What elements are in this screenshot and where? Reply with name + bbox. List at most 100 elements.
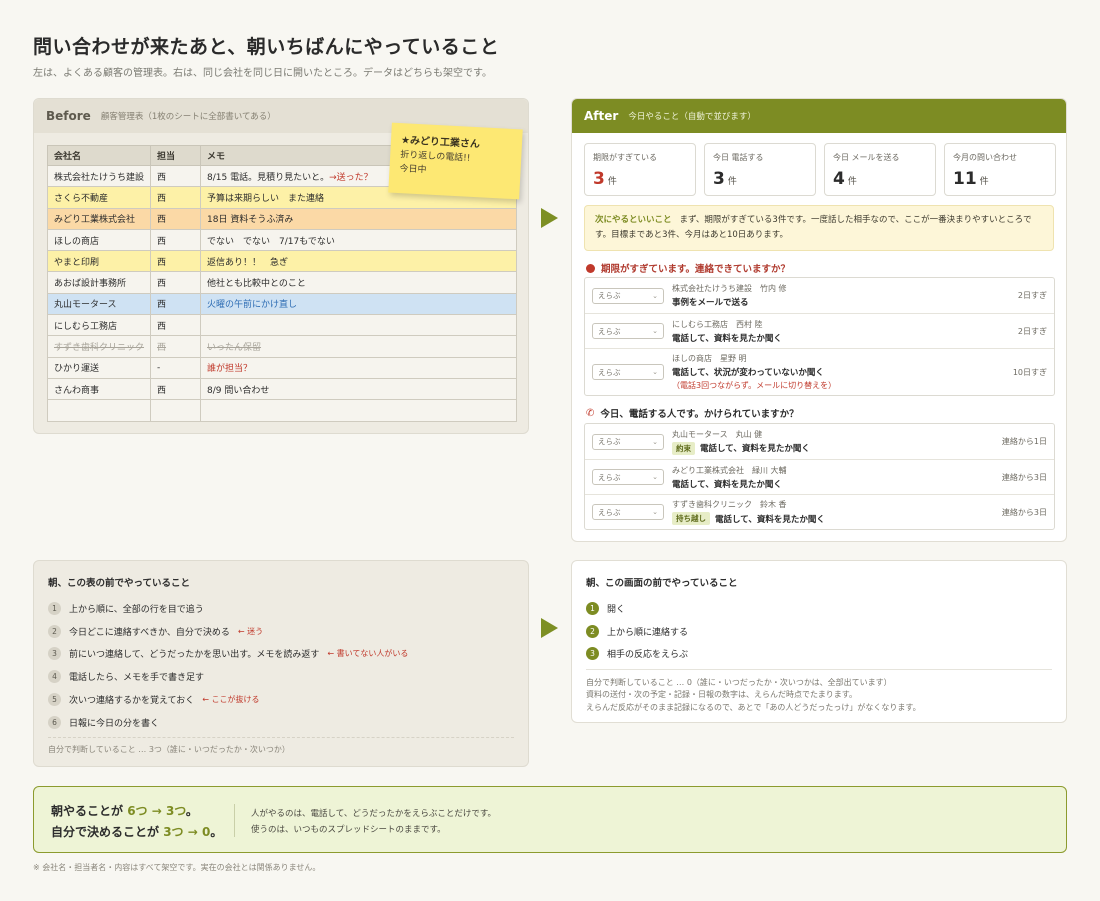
sheet-header-company[interactable]: 会社名 (46, 145, 152, 166)
list-item: えらぶ ⌄ ほしの商店 星野 明 電話して、状況が変わっていないか聞く （電話3回… (585, 348, 1054, 395)
response-select[interactable]: えらぶ ⌄ (592, 364, 664, 380)
stat-label: 期限がすぎている (593, 153, 657, 162)
before-title: Before (46, 109, 91, 123)
cell-owner[interactable]: 西 (150, 314, 202, 337)
cell-owner[interactable]: 西 (150, 377, 202, 401)
item-company: みどり工業株式会社 緑川 大輔 (672, 465, 787, 475)
memo-text: 8/15 電話。見積り見たいと。 (207, 172, 330, 183)
overdue-list: えらぶ ⌄ 株式会社たけうち建設 竹内 修 事例をメールで送る 2日すぎ えらぶ ⌄… (584, 277, 1055, 396)
after-subtitle: 今日やること（自動で並びます） (628, 112, 756, 122)
phone-icon: ✆ (586, 407, 595, 419)
cell-company[interactable]: みどり工業株式会社 (46, 207, 152, 230)
cell-memo[interactable] (200, 314, 517, 337)
cell-company[interactable]: さんわ商事 (46, 377, 152, 401)
cell-memo[interactable]: 他社とも比較中とのこと (200, 271, 517, 294)
item-warning: （電話3回つながらず。メールに切り替えを） (672, 381, 837, 390)
stat-card-overdue[interactable]: 期限がすぎている 3件 (584, 143, 696, 196)
step-number: 3 (48, 647, 61, 661)
chevron-down-icon: ⌄ (652, 327, 658, 335)
cell-owner[interactable]: 西 (150, 271, 202, 294)
cell-owner[interactable]: 西 (150, 207, 202, 230)
table-row: にしむら工務店 西 (46, 314, 517, 337)
chevron-down-icon: ⌄ (652, 368, 658, 376)
item-company: 丸山モータース 丸山 健 (672, 429, 763, 439)
table-row: さんわ商事 西 8/9 問い合わせ (46, 377, 517, 401)
item-action: 事例をメールで送る (672, 298, 749, 308)
item-tag: 約束 (672, 441, 695, 455)
response-select[interactable]: えらぶ ⌄ (592, 504, 664, 520)
page-subtitle: 左は、よくある顧客の管理表。右は、同じ会社を同じ日に開いたところ。データはどちら… (33, 68, 492, 79)
cell-owner[interactable] (150, 399, 202, 422)
cell-company[interactable]: あおば設計事務所 (46, 271, 152, 294)
routine-step: 1 開く (586, 597, 688, 620)
item-due: 2日すぎ (1017, 326, 1047, 336)
cell-company[interactable]: ほしの商店 (46, 228, 152, 252)
item-action: 電話して、状況が変わっていないか聞く (672, 368, 824, 378)
stat-label: 今日 電話する (713, 153, 764, 162)
overdue-heading: 期限がすぎています。連絡できていますか？ (586, 261, 790, 275)
list-item: えらぶ ⌄ すずき歯科クリニック 鈴木 香 持ち越し 電話して、資料を見たか聞く 連… (585, 494, 1054, 529)
after-title: After (584, 109, 619, 123)
cell-company[interactable]: ひかり運送 (46, 356, 152, 379)
sticky-line-2: 折り返しの電話!! 今日中 (399, 149, 511, 182)
stat-card-inquiries[interactable]: 今月の問い合わせ 11 件 (944, 143, 1056, 196)
sheet-header-owner[interactable]: 担当 (150, 145, 202, 166)
routine-step: 5 次いつ連絡するかを覚えておく ← ここが抜ける (48, 688, 408, 711)
cell-owner[interactable]: 西 (150, 335, 202, 358)
before-routine-steps: 1 上から順に、全部の行を目で追う 2 今日どこに連絡すべきか、自分で決める ← 迷う… (48, 597, 408, 734)
today-calls-list: えらぶ ⌄ 丸山モータース 丸山 健 約束 電話して、資料を見たか聞く 連絡から1日… (584, 423, 1055, 530)
cell-memo[interactable]: 返信あり！！ 急ぎ (200, 250, 517, 273)
cell-owner[interactable]: 西 (150, 186, 202, 209)
cell-company[interactable]: すずき歯科クリニック (46, 335, 152, 358)
cell-company[interactable]: さくら不動産 (46, 186, 152, 209)
item-info: すずき歯科クリニック 鈴木 香 持ち越し 電話して、資料を見たか聞く (672, 499, 1002, 525)
cell-memo[interactable] (200, 399, 517, 422)
cell-memo[interactable]: 18日 資料そうふ済み (200, 207, 517, 230)
cell-company[interactable]: にしむら工務店 (46, 314, 152, 337)
cell-company[interactable]: やまと印刷 (46, 250, 152, 273)
response-select[interactable]: えらぶ ⌄ (592, 469, 664, 485)
arrow-right-icon (541, 208, 558, 228)
cell-company[interactable]: 株式会社たけうち建設 (46, 164, 152, 188)
stat-value: 3件 (713, 169, 737, 189)
stat-label: 今日 メールを送る (833, 153, 900, 162)
response-select[interactable]: えらぶ ⌄ (592, 433, 664, 450)
arrow-right-icon (541, 618, 558, 638)
cell-memo[interactable]: 火曜の午前にかけ直し (200, 292, 517, 316)
item-info: 丸山モータース 丸山 健 約束 電話して、資料を見たか聞く (672, 429, 1002, 455)
cell-company[interactable]: 丸山モータース (46, 292, 152, 316)
table-row (46, 399, 517, 422)
cell-company[interactable] (46, 399, 152, 422)
stat-card-emails[interactable]: 今日 メールを送る 4件 (824, 143, 936, 196)
item-tag: 持ち越し (672, 512, 710, 525)
step-number: 4 (48, 670, 61, 684)
chevron-down-icon: ⌄ (652, 508, 658, 516)
response-select[interactable]: えらぶ ⌄ (592, 287, 664, 304)
cell-memo[interactable]: でない でない 7/17もでない (200, 228, 517, 252)
item-info: 株式会社たけうち建設 竹内 修 事例をメールで送る (672, 283, 1018, 308)
cell-memo[interactable]: 8/9 問い合わせ (200, 377, 517, 401)
cell-owner[interactable]: 西 (150, 250, 202, 273)
stat-card-calls[interactable]: 今日 電話する 3件 (704, 143, 816, 196)
summary-divider (234, 804, 235, 837)
cell-owner[interactable]: - (150, 356, 202, 379)
item-due: 連絡から1日 (1001, 437, 1047, 446)
stat-value: 4件 (833, 169, 857, 189)
routine-step: 2 今日どこに連絡すべきか、自分で決める ← 迷う (48, 620, 408, 643)
cell-owner[interactable]: 西 (150, 292, 202, 316)
cell-owner[interactable]: 西 (150, 228, 202, 252)
before-routine-heading: 朝、この表の前でやっていること (48, 578, 191, 589)
cell-memo[interactable]: 誰が担当？ (200, 356, 517, 379)
after-routine-footnote: 自分で判断していること … 0（誰に・いつだったか・次いつかは、全部出ています）… (586, 669, 1052, 714)
before-routine-footnote: 自分で判断していること … 3つ（誰に・いつだったか・次いつか） (48, 737, 514, 755)
item-company: にしむら工務店 西村 陸 (672, 319, 763, 329)
summary-headline: 朝やることが 6つ → 3つ。 自分で決めることが 3つ → 0。 (51, 804, 223, 839)
cell-owner[interactable]: 西 (150, 164, 202, 188)
stat-label: 今月の問い合わせ (953, 153, 1017, 162)
after-routine-steps: 1 開く 2 上から順に連絡する 3 相手の反応をえらぶ (586, 597, 688, 665)
before-routine-panel: 朝、この表の前でやっていること 1 上から順に、全部の行を目で追う 2 今日どこに連… (33, 560, 529, 767)
response-select[interactable]: えらぶ ⌄ (592, 323, 664, 339)
item-company: 株式会社たけうち建設 竹内 修 (672, 284, 787, 293)
step-number: 3 (586, 647, 599, 661)
cell-memo[interactable]: いったん保留 (200, 335, 517, 358)
